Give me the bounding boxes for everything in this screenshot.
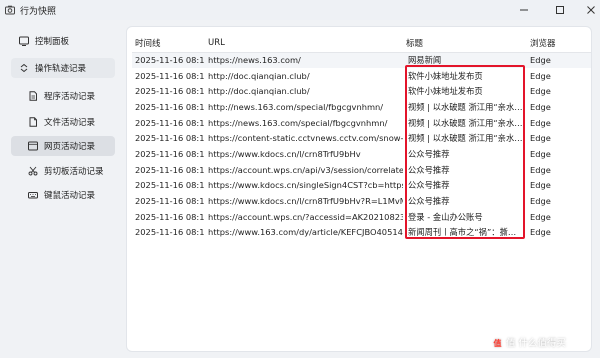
- cell-url: https://www.163.com/dy/article/KEFCJBO40…: [208, 227, 403, 238]
- cell-time: 2025-11-16 08:17: [135, 133, 205, 144]
- table-row[interactable]: 2025-11-16 08:17 https://news.163.com/sp…: [132, 115, 591, 131]
- cell-time: 2025-11-16 08:17: [135, 164, 205, 175]
- cell-url: https://news.163.com/: [205, 52, 403, 68]
- cell-title: 登录 - 金山办公账号: [408, 211, 483, 222]
- cell-title: 视频 | 以水破题 浙江用“亲水…: [408, 133, 523, 144]
- column-header-title[interactable]: 标题: [403, 35, 527, 53]
- web-icon: [28, 141, 38, 151]
- watermark-logo-icon: 值: [492, 338, 503, 349]
- sidebar-item-label: 文件活动记录: [44, 118, 96, 128]
- table-row[interactable]: 2025-11-16 08:17 http://doc.qianqian.clu…: [132, 83, 591, 99]
- cell-time: 2025-11-16 08:18: [135, 227, 205, 238]
- cell-url: https://www.kdocs.cn/singleSign4CST?cb=h…: [208, 180, 403, 191]
- table-row[interactable]: 2025-11-16 08:17 https://www.kdocs.cn/l/…: [132, 193, 591, 209]
- web-activity-table: 时间线 URL 标题 浏览器 2025-11-16 08:17 https://…: [132, 35, 591, 241]
- sidebar-item-label: 剪切板活动记录: [44, 167, 104, 177]
- table-row[interactable]: 2025-11-16 08:17 https://account.wps.cn/…: [132, 162, 591, 178]
- sidebar: 控制面板 操作轨迹记录 程序活动记录 文件活动记录 网页活动记录 剪切板活动记录: [0, 20, 126, 358]
- cell-browser: Edge: [530, 148, 551, 159]
- column-header-time[interactable]: 时间线: [132, 35, 205, 53]
- keyboard-mouse-icon: [28, 190, 38, 200]
- close-icon[interactable]: [584, 3, 598, 17]
- cell-url: https://www.kdocs.cn/l/crn8TrfU9bHv: [208, 148, 361, 159]
- cell-browser: Edge: [530, 180, 551, 191]
- sidebar-item-web[interactable]: 网页活动记录: [11, 136, 115, 156]
- cell-title: 视频 | 以水破题 浙江用“亲水…: [408, 101, 523, 112]
- sidebar-group-trace[interactable]: 操作轨迹记录: [11, 58, 115, 78]
- collapse-chevron-icon: [19, 63, 29, 73]
- maximize-icon[interactable]: [553, 3, 567, 17]
- cell-title: 公众号推荐: [408, 164, 450, 175]
- cell-browser: Edge: [530, 164, 551, 175]
- cell-url: http://news.163.com/special/fbgcgvnhmn/: [208, 101, 384, 112]
- cell-time: 2025-11-16 08:17: [135, 70, 205, 81]
- clipboard-icon: [28, 166, 38, 176]
- cell-url: http://doc.qianqian.club/: [208, 86, 310, 97]
- dashboard-icon: [19, 36, 29, 46]
- cell-title: 视频 | 以水破题 浙江用“亲水…: [408, 117, 523, 128]
- cell-time: 2025-11-16 08:17: [135, 101, 205, 112]
- cell-url: https://account.wps.cn/?accessid=AK20210…: [208, 211, 403, 222]
- cell-browser: Edge: [530, 133, 551, 144]
- sidebar-item-program[interactable]: 程序活动记录: [11, 86, 115, 106]
- column-header-browser[interactable]: 浏览器: [527, 35, 591, 53]
- sidebar-item-label: 网页活动记录: [44, 142, 96, 152]
- cell-url: https://account.wps.cn/api/v3/session/co…: [208, 164, 403, 175]
- cell-browser: Edge: [530, 196, 551, 207]
- cell-browser: Edge: [527, 52, 591, 68]
- sidebar-group-label: 操作轨迹记录: [35, 64, 87, 74]
- table-row[interactable]: 2025-11-16 08:17 http://doc.qianqian.clu…: [132, 68, 591, 84]
- file-icon: [28, 117, 38, 127]
- minimize-icon[interactable]: [517, 3, 531, 17]
- cell-url: https://news.163.com/special/fbgcgvnhmn/: [208, 117, 388, 128]
- cell-time: 2025-11-16 08:17: [135, 211, 205, 222]
- table-row[interactable]: 2025-11-16 08:17 https://news.163.com/ 网…: [132, 52, 591, 68]
- table-row[interactable]: 2025-11-16 08:17 http://news.163.com/spe…: [132, 99, 591, 115]
- table-row[interactable]: 2025-11-16 08:18 https://www.163.com/dy/…: [132, 225, 591, 241]
- table-header-row: 时间线 URL 标题 浏览器: [132, 35, 591, 53]
- sidebar-item-keyboard-mouse[interactable]: 键鼠活动记录: [11, 185, 115, 205]
- cell-time: 2025-11-16 08:17: [135, 148, 205, 159]
- cell-url: https://www.kdocs.cn/l/crn8TrfU9bHv?R=L1…: [208, 196, 403, 207]
- cell-time: 2025-11-16 08:17: [135, 86, 205, 97]
- cell-browser: Edge: [530, 70, 551, 81]
- watermark: 值值 什么值得买: [492, 335, 566, 349]
- program-icon: [28, 91, 38, 101]
- window-title: 行为快照: [20, 7, 57, 17]
- sidebar-item-dashboard[interactable]: 控制面板: [11, 31, 115, 51]
- cell-title: 新闻周刊丨高市之“祸”：撕…: [408, 227, 517, 238]
- cell-browser: Edge: [530, 101, 551, 112]
- cell-title: 公众号推荐: [408, 196, 450, 207]
- cell-time: 2025-11-16 08:17: [135, 196, 205, 207]
- cell-time: 2025-11-16 08:17: [135, 180, 205, 191]
- cell-title: 软件小妹地址发布页: [408, 86, 483, 97]
- sidebar-item-label: 键鼠活动记录: [44, 191, 96, 201]
- sidebar-item-clipboard[interactable]: 剪切板活动记录: [11, 161, 115, 181]
- title-bar: 行为快照: [0, 0, 600, 20]
- cell-time: 2025-11-16 08:17: [132, 52, 205, 68]
- cell-browser: Edge: [530, 117, 551, 128]
- cell-title: 公众号推荐: [408, 180, 450, 191]
- table-row[interactable]: 2025-11-16 08:17 https://content-static.…: [132, 130, 591, 146]
- watermark-text: 值 什么值得买: [506, 338, 567, 349]
- cell-title: 软件小妹地址发布页: [408, 70, 483, 81]
- cell-browser: Edge: [530, 86, 551, 97]
- sidebar-item-label: 程序活动记录: [44, 92, 96, 102]
- cell-time: 2025-11-16 08:17: [135, 117, 205, 128]
- web-activity-panel: 时间线 URL 标题 浏览器 2025-11-16 08:17 https://…: [126, 26, 592, 352]
- sidebar-item-label: 控制面板: [35, 37, 70, 47]
- cell-browser: Edge: [530, 227, 551, 238]
- cell-title: 公众号推荐: [408, 148, 450, 159]
- camera-icon: [5, 5, 15, 15]
- table-row[interactable]: 2025-11-16 08:17 https://account.wps.cn/…: [132, 209, 591, 225]
- cell-url: http://doc.qianqian.club/: [208, 70, 310, 81]
- cell-title: 网易新闻: [403, 52, 527, 68]
- cell-url: https://content-static.cctvnews.cctv.com…: [208, 133, 403, 144]
- table-row[interactable]: 2025-11-16 08:17 https://www.kdocs.cn/si…: [132, 178, 591, 194]
- table-row[interactable]: 2025-11-16 08:17 https://www.kdocs.cn/l/…: [132, 146, 591, 162]
- cell-browser: Edge: [530, 211, 551, 222]
- column-header-url[interactable]: URL: [205, 35, 403, 53]
- sidebar-item-file[interactable]: 文件活动记录: [11, 112, 115, 132]
